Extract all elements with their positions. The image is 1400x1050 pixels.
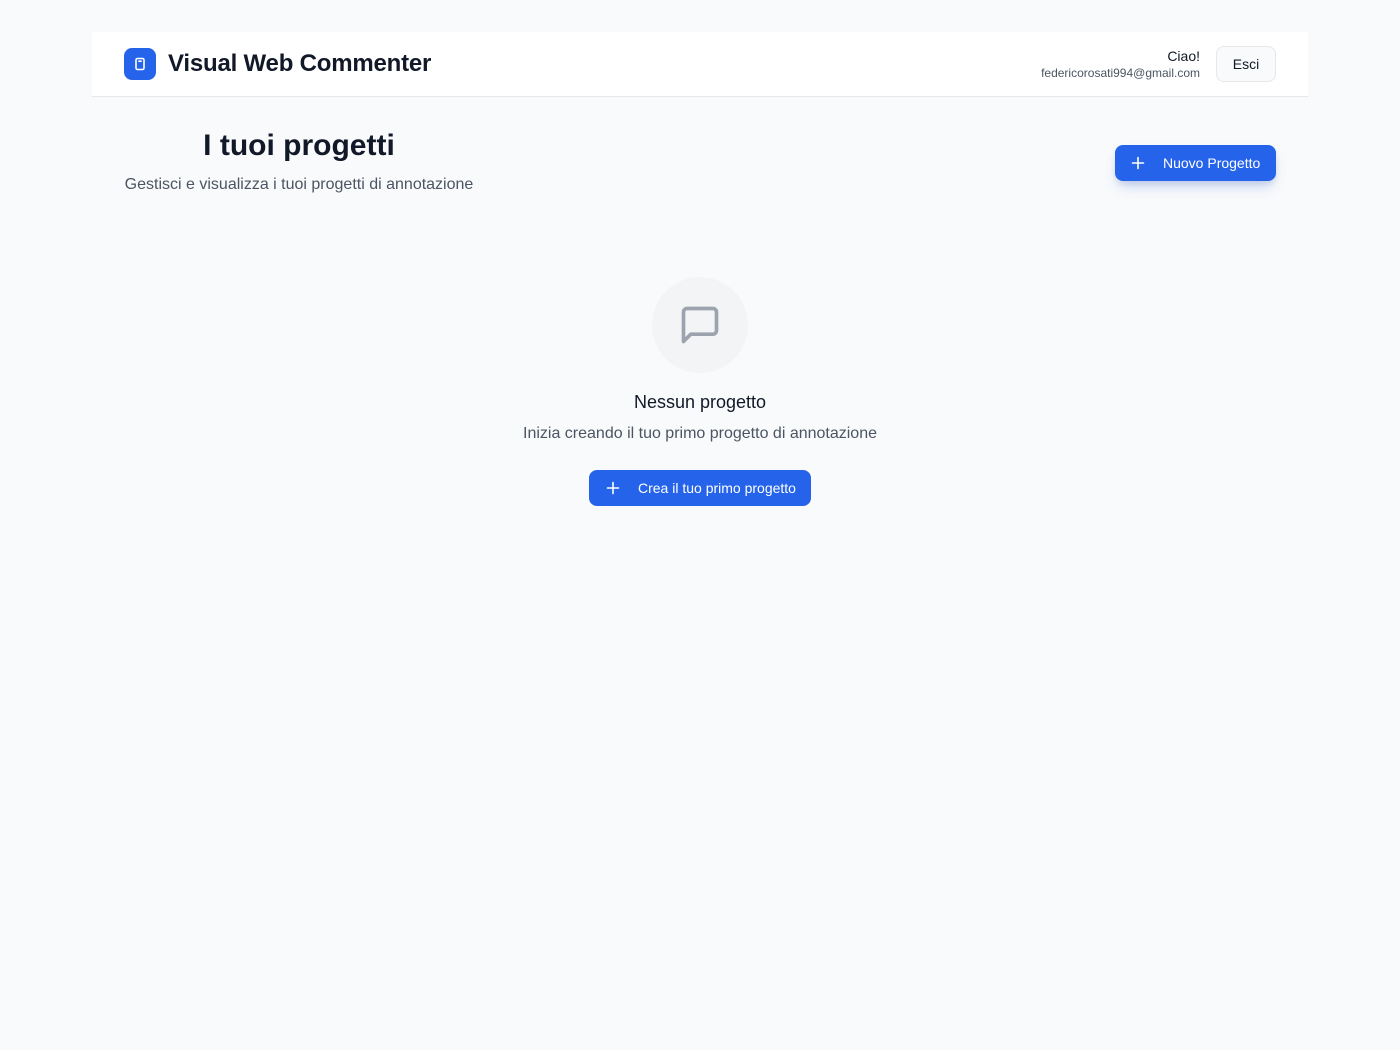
- new-project-label: Nuovo Progetto: [1163, 155, 1261, 171]
- plus-icon: [1131, 156, 1145, 170]
- logout-button[interactable]: Esci: [1216, 46, 1276, 82]
- user-email: federicorosati994@gmail.com: [1041, 66, 1200, 80]
- app-title: Visual Web Commenter: [168, 50, 432, 77]
- user-info: Ciao! federicorosati994@gmail.com: [1041, 47, 1200, 81]
- page-title: I tuoi progetti: [203, 129, 395, 162]
- new-project-button[interactable]: Nuovo Progetto: [1115, 145, 1276, 181]
- brand: Visual Web Commenter: [124, 48, 431, 80]
- user-greeting: Ciao!: [1167, 48, 1200, 64]
- message-square-icon: [681, 306, 719, 344]
- plus-icon: [606, 481, 620, 495]
- document-icon: [124, 48, 156, 80]
- empty-state-description: Inizia creando il tuo primo progetto di …: [523, 425, 877, 442]
- create-first-project-button[interactable]: Crea il tuo primo progetto: [589, 470, 811, 506]
- create-first-project-label: Crea il tuo primo progetto: [638, 480, 796, 496]
- page-subtitle: Gestisci e visualizza i tuoi progetti di…: [124, 176, 474, 193]
- app-header: Visual Web Commenter Ciao! federicorosat…: [92, 32, 1308, 97]
- empty-state: Nessun progetto Inizia creando il tuo pr…: [0, 277, 1400, 506]
- empty-state-title: Nessun progetto: [633, 392, 767, 412]
- empty-state-icon-container: [652, 277, 748, 373]
- page-header: I tuoi progetti Gestisci e visualizza i …: [124, 128, 474, 195]
